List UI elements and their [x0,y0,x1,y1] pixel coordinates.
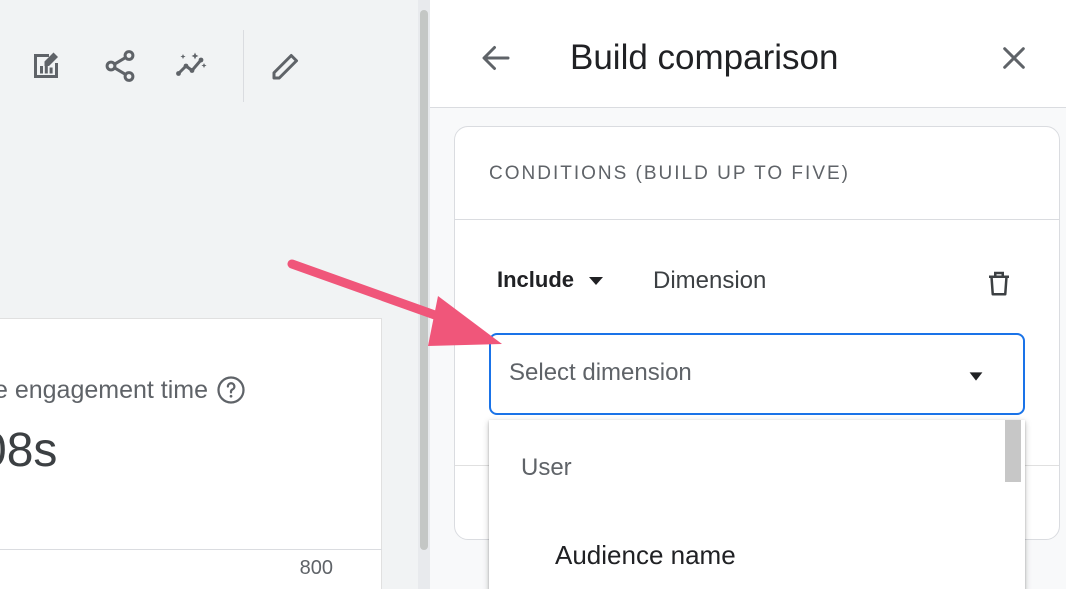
dimension-dropdown-menu: User Audience name [489,420,1025,589]
close-button[interactable] [992,36,1036,80]
metric-label: e engagement time [0,375,209,404]
dropdown-option[interactable]: Audience name [555,540,736,571]
chart-axis-line [0,549,382,550]
dimension-select[interactable]: Select dimension [489,333,1025,415]
insights-icon[interactable] [170,44,214,88]
panel-title: Build comparison [570,38,839,77]
metric-card: e engagement time 08s 800 [0,318,382,589]
dropdown-scrollbar[interactable] [1005,420,1021,482]
card-divider [455,219,1059,220]
metric-value: 08s [0,424,58,477]
panel-header: Build comparison [430,0,1066,108]
toolbar-divider [243,30,244,102]
report-toolbar [0,0,418,110]
dimension-label: Dimension [653,267,767,294]
delete-condition-button[interactable] [979,263,1019,303]
chart-axis-tick: 800 [299,557,333,579]
conditions-heading: CONDITIONS (BUILD UP TO FIVE) [489,163,850,184]
edit-report-icon[interactable] [24,44,68,88]
caret-down-icon [589,277,604,285]
close-icon [1003,47,1025,69]
include-select[interactable]: Include [497,267,608,293]
include-label: Include [497,267,575,292]
dropdown-arrow-icon [969,372,983,381]
report-area: e engagement time 08s 800 [0,0,418,589]
back-button[interactable] [474,36,518,80]
page-scrollbar[interactable] [418,0,430,589]
pencil-icon[interactable] [264,44,308,88]
share-icon[interactable] [98,44,142,88]
help-icon[interactable] [216,375,246,405]
trash-icon [989,271,1009,296]
arrow-back-icon [482,46,510,70]
dropdown-group-label: User [521,454,572,481]
page-scrollbar-thumb[interactable] [420,10,428,550]
dimension-select-placeholder: Select dimension [509,359,692,386]
